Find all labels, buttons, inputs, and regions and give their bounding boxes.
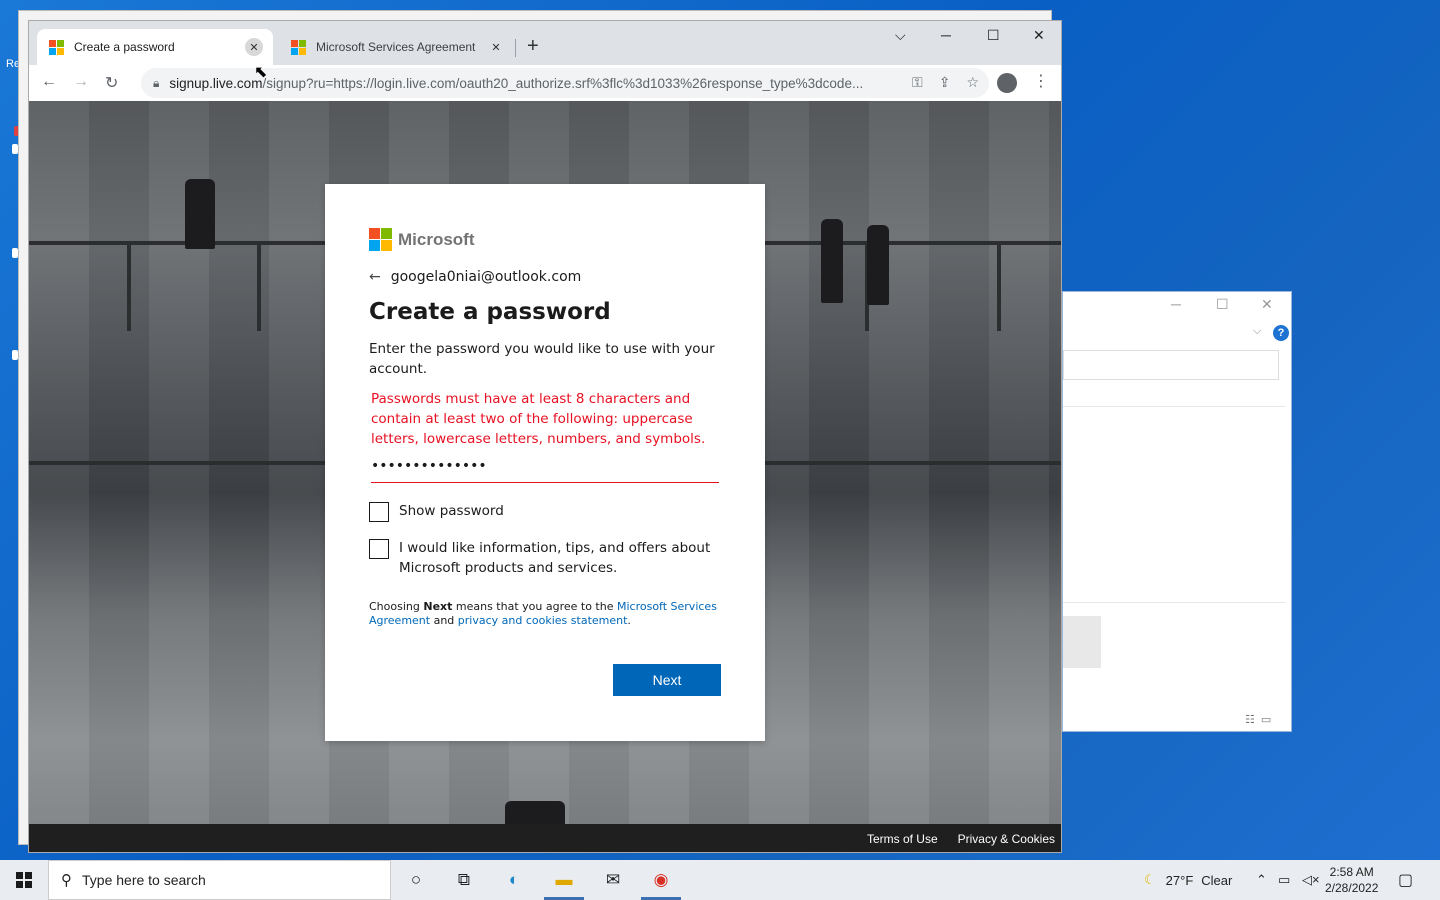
show-password-checkbox[interactable]	[369, 502, 389, 522]
new-tab-button[interactable]: +	[527, 35, 539, 58]
browser-toolbar: ← → ↻ 🔒︎ signup.live.com/signup?ru=https…	[29, 65, 1061, 101]
person-figure	[867, 225, 889, 305]
notifications-icon[interactable]: ▢	[1398, 870, 1413, 890]
minimize-icon[interactable]: ─	[1171, 296, 1181, 312]
share-icon[interactable]: ⇪	[939, 74, 951, 91]
privacy-cookies-link[interactable]: Privacy & Cookies	[958, 832, 1055, 846]
maximize-icon[interactable]: ☐	[987, 27, 1000, 44]
tab-search-icon[interactable]: ⌵	[895, 27, 906, 44]
divider	[1063, 406, 1285, 407]
show-password-label[interactable]: Show password	[399, 501, 504, 521]
close-icon[interactable]: ✕	[1261, 296, 1273, 313]
railing-post	[257, 241, 261, 331]
show-password-row[interactable]: Show password	[369, 501, 721, 522]
reload-icon[interactable]: ↻	[105, 73, 118, 93]
mail-icon[interactable]: ✉	[600, 868, 626, 892]
identity-email: googela0niai@outlook.com	[390, 269, 582, 285]
browser-window: Create a password ✕ Microsoft Services A…	[28, 20, 1062, 853]
clock-date: 2/28/2022	[1325, 881, 1379, 895]
maximize-icon[interactable]: ☐	[1216, 296, 1229, 313]
weather-widget[interactable]: ☾ 27°F Clear	[1144, 860, 1232, 900]
page-background: Microsoft ← googela0niai@outlook.com Cre…	[29, 101, 1061, 852]
close-tab-icon[interactable]: ✕	[487, 38, 505, 56]
view-toggle-icons[interactable]: ☷▭	[1245, 713, 1277, 726]
tab-create-password[interactable]: Create a password ✕	[37, 29, 273, 65]
chevron-down-icon[interactable]: ⌵	[1253, 325, 1261, 338]
edge-icon[interactable]: ◐	[501, 868, 527, 892]
railing	[765, 241, 1061, 245]
railing	[29, 461, 329, 465]
weather-desc: Clear	[1201, 872, 1233, 888]
weather-temp: 27°F	[1165, 872, 1194, 888]
file-explorer-icon[interactable]: ▬	[551, 868, 577, 892]
back-arrow-icon[interactable]: ←	[369, 269, 381, 285]
address-bar[interactable]: 🔒︎ signup.live.com/signup?ru=https://log…	[141, 68, 989, 98]
next-button[interactable]: Next	[613, 664, 721, 696]
description-text: Enter the password you would like to use…	[369, 341, 715, 377]
profile-avatar-icon[interactable]	[997, 73, 1017, 93]
network-icon[interactable]: ▭	[1278, 860, 1290, 900]
page-footer: Terms of Use Privacy & Cookies	[29, 824, 1061, 852]
offers-row[interactable]: I would like information, tips, and offe…	[369, 538, 721, 578]
offers-label[interactable]: I would like information, tips, and offe…	[399, 538, 721, 578]
terms-of-use-link[interactable]: Terms of Use	[867, 832, 938, 846]
task-view-icon[interactable]: ⧉	[451, 868, 477, 892]
address-field[interactable]	[1063, 350, 1279, 380]
divider	[1063, 602, 1285, 603]
search-placeholder: Type here to search	[82, 872, 206, 888]
forward-icon[interactable]: →	[73, 73, 89, 91]
menu-icon[interactable]: ⋮	[1033, 71, 1049, 91]
tab-title: Create a password	[74, 40, 175, 54]
close-tab-icon[interactable]: ✕	[245, 38, 263, 56]
search-icon: ⚲	[61, 872, 72, 889]
person-figure	[821, 219, 843, 303]
signup-card: Microsoft ← googela0niai@outlook.com Cre…	[325, 184, 765, 741]
close-window-icon[interactable]: ✕	[1033, 27, 1045, 44]
microsoft-favicon-icon	[291, 39, 306, 55]
taskbar-search[interactable]: ⚲ Type here to search	[48, 860, 391, 900]
clock-time: 2:58 AM	[1329, 865, 1374, 879]
taskbar: ⚲ Type here to search ○ ⧉ ◐ ▬ ✉ ◉ ☾ 27°F…	[0, 860, 1440, 900]
preview-area	[1063, 616, 1101, 668]
cortana-icon[interactable]: ○	[403, 868, 429, 892]
chevron-up-icon[interactable]: ⌃	[1256, 860, 1267, 900]
volume-muted-icon[interactable]: ◁×	[1302, 860, 1320, 900]
password-input[interactable]: ••••••••••••••	[371, 459, 719, 483]
chrome-icon[interactable]: ◉	[648, 868, 674, 892]
help-icon[interactable]: ?	[1273, 325, 1289, 341]
system-clock[interactable]: 2:58 AM 2/28/2022	[1325, 864, 1378, 896]
microsoft-favicon-icon	[49, 39, 64, 55]
microsoft-logo-icon	[369, 228, 392, 251]
tab-services-agreement[interactable]: Microsoft Services Agreement ✕	[279, 29, 515, 65]
mouse-cursor-icon: ⬉	[254, 64, 268, 81]
brand-name: Microsoft	[398, 229, 475, 249]
person-figure	[185, 179, 215, 249]
legal-text: Choosing Next means that you agree to th…	[369, 600, 717, 627]
tab-title: Microsoft Services Agreement	[316, 40, 476, 54]
page-title: Create a password	[369, 299, 611, 325]
minimize-icon[interactable]: ─	[941, 27, 951, 43]
start-button[interactable]	[16, 872, 32, 888]
railing-post	[997, 241, 1001, 331]
file-explorer-window[interactable]: ─ ☐ ✕ ⌵ ? ☷▭	[1062, 291, 1292, 732]
password-error-message: Passwords must have at least 8 character…	[371, 391, 706, 447]
identity-banner[interactable]: ← googela0niai@outlook.com	[369, 269, 721, 285]
key-icon[interactable]: ⚿	[912, 74, 923, 91]
microsoft-brand: Microsoft	[369, 228, 721, 251]
railing-post	[127, 241, 131, 331]
bookmark-star-icon[interactable]: ☆	[966, 74, 979, 91]
privacy-statement-link[interactable]: privacy and cookies statement	[458, 614, 628, 627]
railing	[765, 461, 1061, 465]
railing	[29, 241, 329, 245]
back-icon[interactable]: ←	[41, 73, 57, 91]
tab-divider	[515, 39, 516, 57]
offers-checkbox[interactable]	[369, 539, 389, 559]
moon-icon: ☾	[1144, 872, 1156, 887]
url-text[interactable]: signup.live.com/signup?ru=https://login.…	[169, 76, 889, 91]
lock-icon[interactable]: 🔒︎	[153, 76, 159, 91]
tab-strip: Create a password ✕ Microsoft Services A…	[29, 21, 1061, 65]
